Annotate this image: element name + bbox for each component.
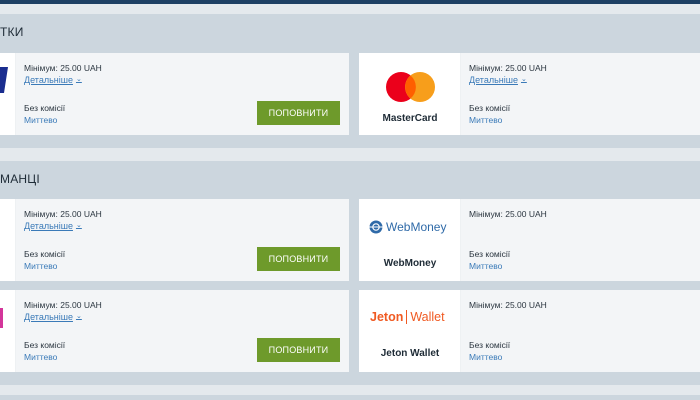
chevron-down-icon: ⌄ — [75, 76, 82, 83]
payment-card-jeton[interactable]: Jeton Wallet Jeton Wallet Мінімум: 25.00… — [359, 290, 700, 372]
card-info: Мінімум: 25.00 UAH Детальніше ⌄ Без коміс… — [16, 199, 349, 281]
speed-text: Миттево — [469, 115, 503, 125]
speed-text: Миттево — [469, 261, 503, 271]
visa-icon — [0, 67, 8, 93]
webmoney-logo: WebMoney WebMoney — [359, 199, 461, 281]
deposit-button[interactable]: ПОПОВНИТИ — [257, 247, 340, 271]
speed-text: Миттево — [24, 115, 58, 125]
minimum-amount: Мінімум: 25.00 UAH — [469, 209, 547, 219]
minimum-amount: Мінімум: 25.00 UAH — [24, 300, 102, 310]
globe-icon — [369, 220, 383, 234]
details-link-label: Детальніше — [24, 312, 73, 322]
section-title: ТКИ — [0, 25, 24, 39]
visa-logo — [0, 53, 16, 135]
minimum-amount: Мінімум: 25.00 UAH — [24, 209, 102, 219]
mastercard-logo: MasterCard — [359, 53, 461, 135]
deposit-button[interactable]: ПОПОВНИТИ — [257, 338, 340, 362]
details-link[interactable]: Детальніше ⌄ — [469, 75, 527, 85]
chevron-down-icon: ⌄ — [75, 222, 82, 229]
speed-text: Миттево — [24, 261, 58, 271]
webmoney-wordmark: WebMoney — [369, 220, 446, 234]
details-link-label: Детальніше — [469, 75, 518, 85]
brand-icon — [0, 308, 3, 328]
fee-text: Без комісії — [24, 340, 66, 350]
wallet-logo-text: Wallet — [410, 310, 445, 324]
section-title: МАНЦІ — [0, 172, 40, 186]
payment-card-webmoney[interactable]: WebMoney WebMoney Мінімум: 25.00 UAH Без… — [359, 199, 700, 281]
details-link-label: Детальніше — [24, 75, 73, 85]
jeton-wordmark: Jeton Wallet — [370, 310, 445, 324]
mastercard-icon — [386, 72, 435, 102]
speed-text: Миттево — [469, 352, 503, 362]
fee-text: Без комісії — [469, 103, 511, 113]
chevron-down-icon: ⌄ — [75, 313, 82, 320]
card-info: Мінімум: 25.00 UAH Детальніше ⌄ Без коміс… — [16, 53, 349, 135]
payment-card-method[interactable]: Мінімум: 25.00 UAH Детальніше ⌄ Без коміс… — [0, 199, 349, 281]
card-info: Мінімум: 25.00 UAH Детальніше ⌄ Без коміс… — [16, 290, 349, 372]
card-info: Мінімум: 25.00 UAH Детальніше ⌄ Без коміс… — [461, 53, 700, 135]
details-link[interactable]: Детальніше ⌄ — [24, 75, 82, 85]
fee-text: Без комісії — [24, 249, 66, 259]
card-info: Мінімум: 25.00 UAH Без комісії Миттево — [461, 290, 700, 372]
section-cards: ТКИ Мінімум: 25.00 UAH Детальніше ⌄ Без к… — [0, 14, 700, 148]
fee-text: Без комісії — [24, 103, 66, 113]
method-name: Jeton Wallet — [380, 348, 440, 359]
method-logo — [0, 199, 16, 281]
payment-card-method[interactable]: Мінімум: 25.00 UAH Детальніше ⌄ Без коміс… — [0, 290, 349, 372]
logo-divider — [406, 310, 408, 324]
jeton-logo-text: Jeton — [370, 310, 404, 324]
minimum-amount: Мінімум: 25.00 UAH — [24, 63, 102, 73]
payment-card-visa[interactable]: Мінімум: 25.00 UAH Детальніше ⌄ Без коміс… — [0, 53, 349, 135]
minimum-amount: Мінімум: 25.00 UAH — [469, 300, 547, 310]
section-e-money: МАНЦІ Мінімум: 25.00 UAH Детальніше ⌄ Без… — [0, 161, 700, 385]
method-logo — [0, 290, 16, 372]
fee-text: Без комісії — [469, 249, 511, 259]
details-link[interactable]: Детальніше ⌄ — [24, 312, 82, 322]
minimum-amount: Мінімум: 25.00 UAH — [469, 63, 547, 73]
fee-text: Без комісії — [469, 340, 511, 350]
method-name: MasterCard — [382, 113, 438, 124]
webmoney-logo-text: WebMoney — [386, 220, 447, 234]
card-info: Мінімум: 25.00 UAH Без комісії Миттево — [461, 199, 700, 281]
deposit-button[interactable]: ПОПОВНИТИ — [257, 101, 340, 125]
jeton-logo: Jeton Wallet Jeton Wallet — [359, 290, 461, 372]
method-name: WebMoney — [383, 258, 437, 269]
details-link[interactable]: Детальніше ⌄ — [24, 221, 82, 231]
next-section-header — [0, 395, 700, 400]
details-link-label: Детальніше — [24, 221, 73, 231]
payment-card-mastercard[interactable]: MasterCard Мінімум: 25.00 UAH Детальніше… — [359, 53, 700, 135]
speed-text: Миттево — [24, 352, 58, 362]
top-bar — [0, 0, 700, 4]
chevron-down-icon: ⌄ — [520, 76, 527, 83]
